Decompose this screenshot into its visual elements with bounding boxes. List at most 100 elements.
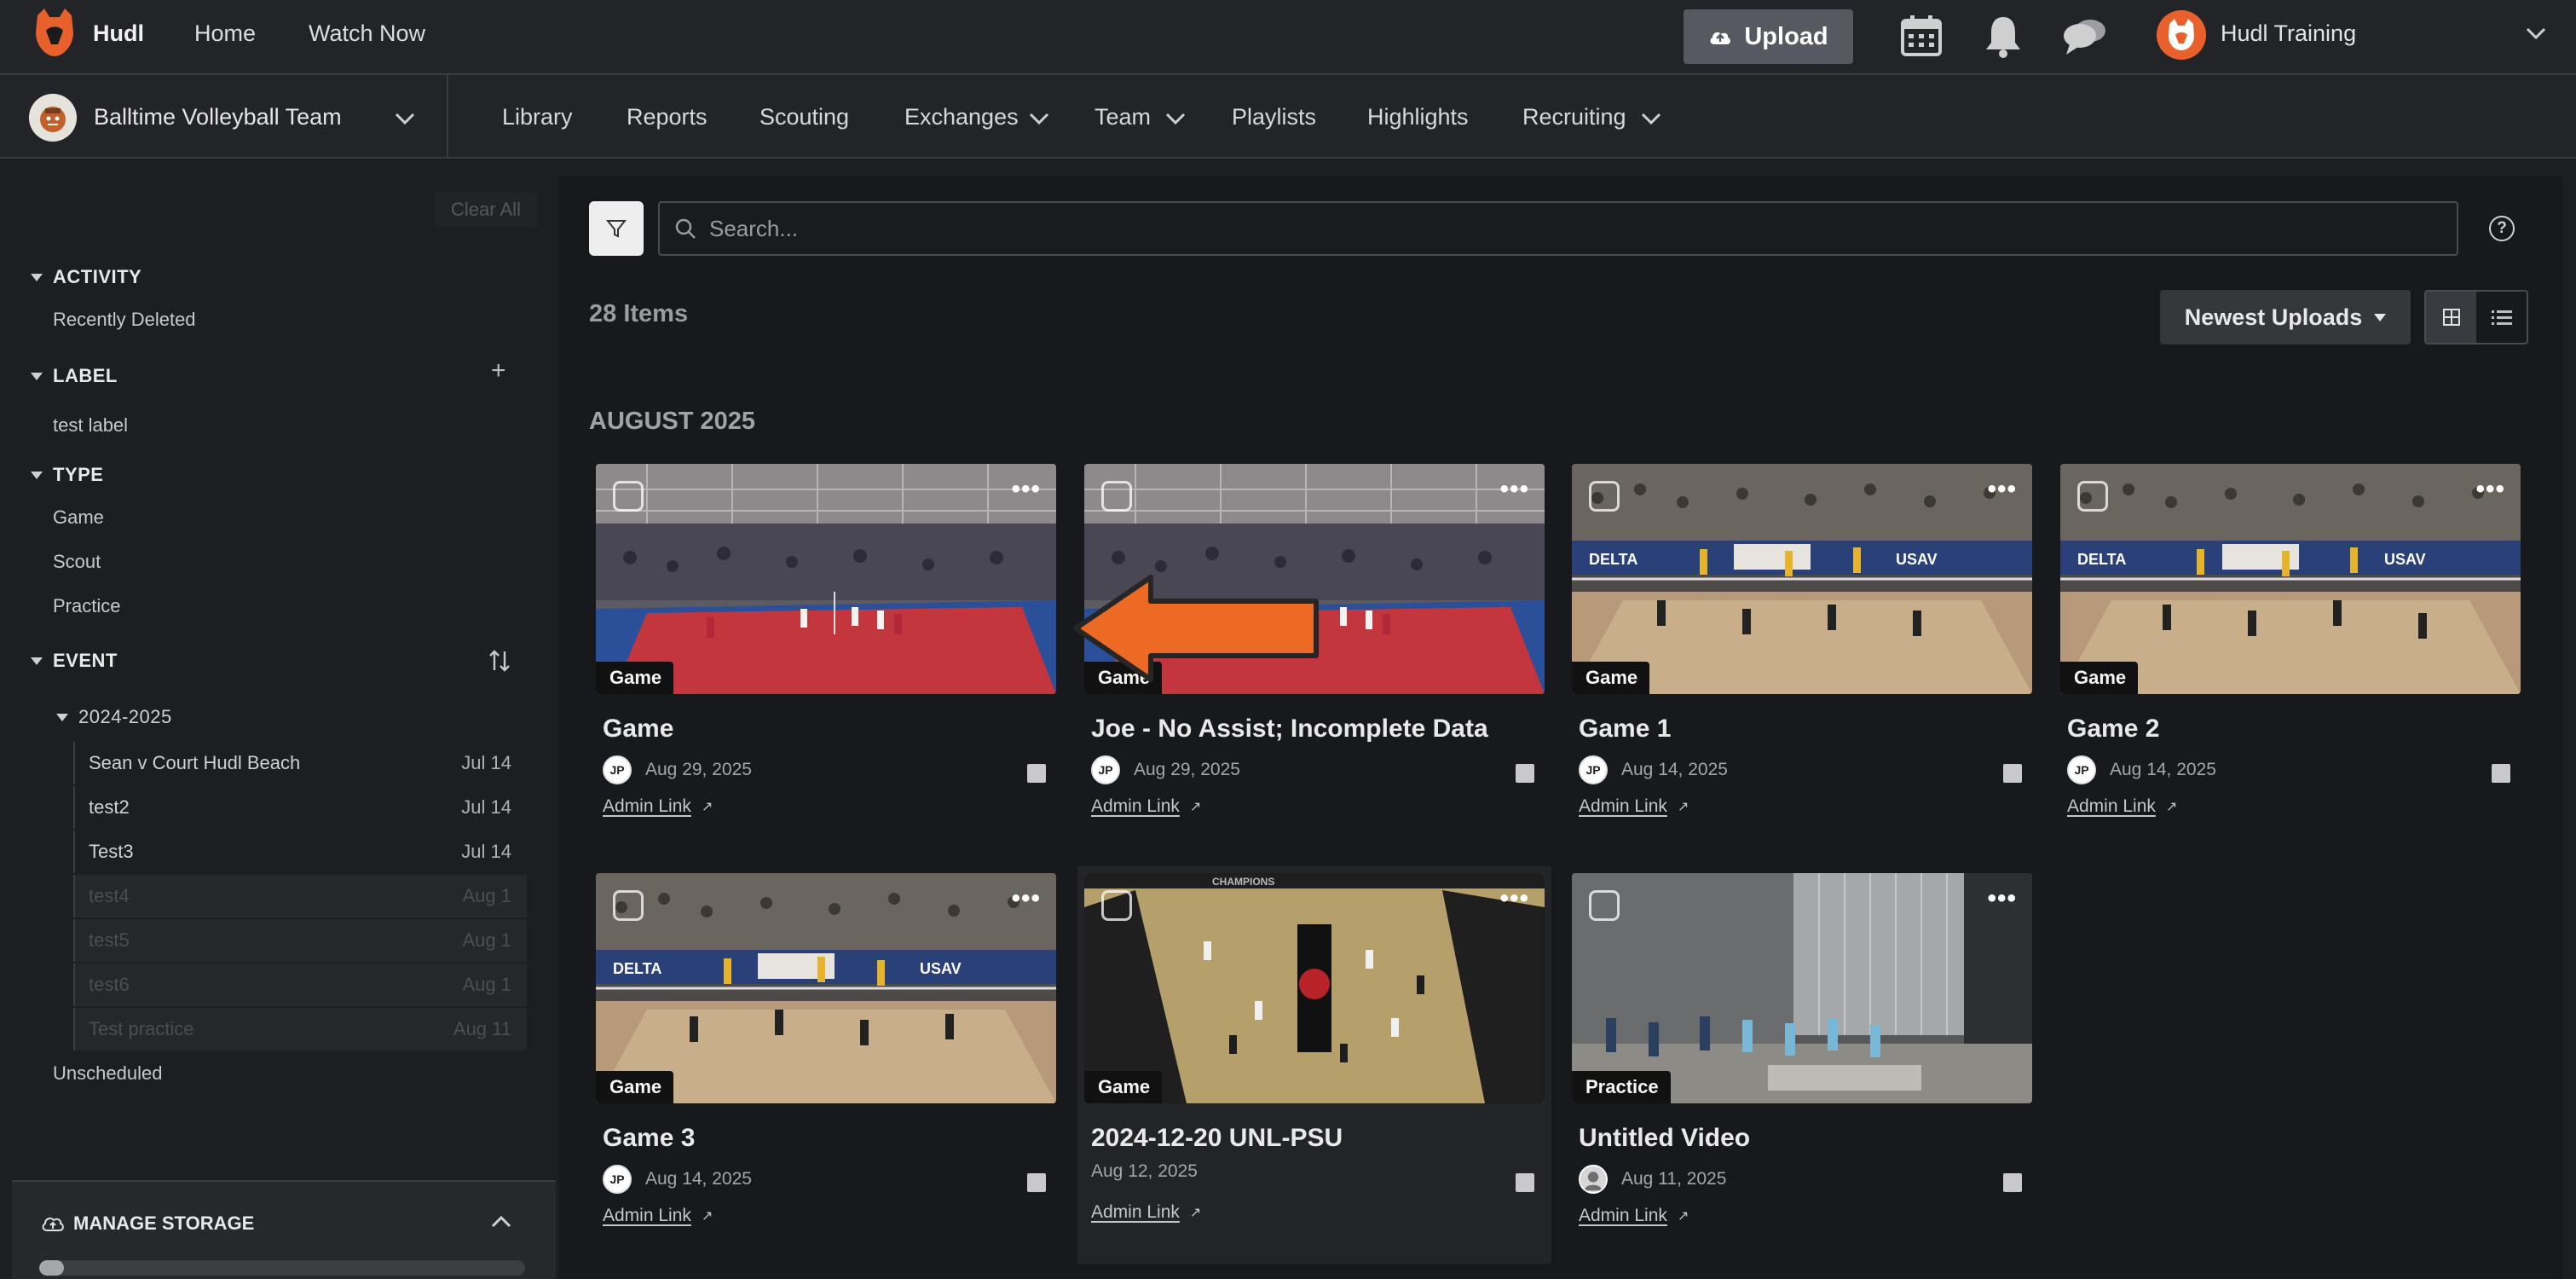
tab-exchanges[interactable]: Exchanges <box>904 104 1019 130</box>
video-thumbnail[interactable]: DELTA USAV ••• Game <box>596 873 1056 1103</box>
filter-toggle-button[interactable] <box>589 201 644 256</box>
list-view-button[interactable] <box>2476 292 2527 343</box>
upload-button[interactable]: Upload <box>1684 9 1853 64</box>
video-title[interactable]: 2024-12-20 UNL-PSU <box>1091 1124 1343 1153</box>
stats-icon[interactable] <box>1027 764 1046 783</box>
sort-icon[interactable] <box>488 648 511 674</box>
video-card[interactable]: ••• Practice Untitled Video Aug 11, 2025… <box>1572 873 2032 1257</box>
nav-watch-now-link[interactable]: Watch Now <box>309 20 425 47</box>
label-section-header[interactable]: LABEL <box>31 365 118 387</box>
video-title[interactable]: Untitled Video <box>1579 1124 1750 1153</box>
admin-link[interactable]: Admin Link ↗ <box>1091 796 1201 817</box>
video-card[interactable]: DELTA USAV ••• Game Game 1 JP Aug 14, 202… <box>1572 464 2032 848</box>
event-row[interactable]: Test3 Jul 14 <box>73 830 527 873</box>
select-checkbox[interactable] <box>1589 481 1620 512</box>
tab-reports[interactable]: Reports <box>627 104 708 130</box>
team-menu-chevron-down-icon[interactable] <box>1164 111 1187 126</box>
bell-icon[interactable] <box>1979 12 2027 60</box>
admin-link[interactable]: Admin Link ↗ <box>2067 796 2177 817</box>
video-title[interactable]: Game <box>603 715 673 744</box>
event-row[interactable]: test2 Jul 14 <box>73 786 527 829</box>
filter-type-scout[interactable]: Scout <box>53 551 101 573</box>
filter-recently-deleted[interactable]: Recently Deleted <box>53 309 196 331</box>
tab-highlights[interactable]: Highlights <box>1367 104 1469 130</box>
video-card[interactable]: DELTA USAV ••• Game Game 2 JP Aug 14, 202… <box>2060 464 2521 848</box>
event-row[interactable]: Sean v Court Hudl Beach Jul 14 <box>73 742 527 784</box>
stats-icon[interactable] <box>1516 1173 1534 1192</box>
event-section-header[interactable]: EVENT <box>31 650 118 672</box>
stats-icon[interactable] <box>1027 1173 1046 1192</box>
video-thumbnail[interactable]: ••• Practice <box>1572 873 2032 1103</box>
nav-home-link[interactable]: Home <box>194 20 256 47</box>
team-name[interactable]: Balltime Volleyball Team <box>94 104 342 130</box>
video-thumbnail[interactable]: DELTA USAV ••• Game <box>1572 464 2032 694</box>
video-title[interactable]: Game 1 <box>1579 715 1671 744</box>
admin-link[interactable]: Admin Link ↗ <box>1091 1202 1201 1223</box>
stats-icon[interactable] <box>1516 764 1534 783</box>
video-card[interactable]: ••• Game Game JP Aug 29, 2025 Admin Link… <box>596 464 1056 848</box>
season-2024-2025[interactable]: 2024-2025 <box>56 706 172 728</box>
filter-test-label[interactable]: test label <box>53 414 128 437</box>
chat-icon[interactable] <box>2061 12 2109 60</box>
stats-icon[interactable] <box>2003 1173 2022 1192</box>
more-options-icon[interactable]: ••• <box>1499 886 1529 912</box>
search-box[interactable] <box>658 201 2458 256</box>
select-checkbox[interactable] <box>1101 481 1132 512</box>
add-label-icon[interactable]: + <box>491 356 506 385</box>
tab-team[interactable]: Team <box>1095 104 1151 130</box>
clear-all-button[interactable]: Clear All <box>435 193 537 227</box>
tab-playlists[interactable]: Playlists <box>1232 104 1316 130</box>
manage-storage-header[interactable]: MANAGE STORAGE <box>41 1212 254 1235</box>
more-options-icon[interactable]: ••• <box>1987 886 2017 912</box>
admin-link[interactable]: Admin Link ↗ <box>603 1206 713 1226</box>
hudl-logo-icon[interactable] <box>29 7 80 60</box>
sort-dropdown[interactable]: Newest Uploads <box>2160 290 2411 344</box>
filter-type-practice[interactable]: Practice <box>53 595 120 617</box>
user-name[interactable]: Hudl Training <box>2221 20 2356 47</box>
tab-scouting[interactable]: Scouting <box>760 104 849 130</box>
stats-icon[interactable] <box>2492 764 2510 783</box>
chevron-up-icon[interactable] <box>489 1214 513 1230</box>
team-avatar[interactable] <box>29 94 77 142</box>
video-title[interactable]: Joe - No Assist; Incomplete Data <box>1091 715 1488 744</box>
select-checkbox[interactable] <box>613 481 644 512</box>
video-title[interactable]: Game 2 <box>2067 715 2159 744</box>
exchanges-chevron-down-icon[interactable] <box>1028 111 1050 126</box>
select-checkbox[interactable] <box>613 890 644 921</box>
grid-view-button[interactable] <box>2426 292 2476 343</box>
stats-icon[interactable] <box>2003 764 2022 783</box>
activity-section-header[interactable]: ACTIVITY <box>31 266 142 288</box>
event-row[interactable]: Test practice Aug 11 <box>73 1008 527 1050</box>
video-card[interactable]: DELTA USAV ••• Game Game 3 JP Aug 14, 202… <box>596 873 1056 1257</box>
more-options-icon[interactable]: ••• <box>1987 477 2017 502</box>
team-chevron-down-icon[interactable] <box>394 111 416 126</box>
brand-name[interactable]: Hudl <box>93 20 144 47</box>
user-avatar[interactable] <box>2157 10 2206 60</box>
more-options-icon[interactable]: ••• <box>1499 477 1529 502</box>
select-checkbox[interactable] <box>1589 890 1620 921</box>
event-row[interactable]: test5 Aug 1 <box>73 919 527 962</box>
video-thumbnail[interactable]: CHAMPIONS ••• Game <box>1084 873 1545 1103</box>
calendar-icon[interactable] <box>1897 12 1945 60</box>
more-options-icon[interactable]: ••• <box>2475 477 2505 502</box>
select-checkbox[interactable] <box>1101 890 1132 921</box>
video-card[interactable]: CHAMPIONS ••• Game 2024-12-20 UNL-PSU Au… <box>1077 866 1551 1264</box>
more-options-icon[interactable]: ••• <box>1011 477 1041 502</box>
search-input[interactable] <box>709 215 2414 242</box>
admin-link[interactable]: Admin Link ↗ <box>603 796 713 817</box>
filter-type-game[interactable]: Game <box>53 506 104 529</box>
event-row[interactable]: test6 Aug 1 <box>73 964 527 1006</box>
filter-unscheduled[interactable]: Unscheduled <box>53 1062 162 1085</box>
tab-recruiting[interactable]: Recruiting <box>1522 104 1626 130</box>
video-title[interactable]: Game 3 <box>603 1124 695 1153</box>
video-thumbnail[interactable]: ••• Game <box>596 464 1056 694</box>
help-icon[interactable]: ? <box>2489 216 2515 241</box>
event-row[interactable]: test4 Aug 1 <box>73 875 527 917</box>
more-options-icon[interactable]: ••• <box>1011 886 1041 912</box>
video-thumbnail[interactable]: DELTA USAV ••• Game <box>2060 464 2521 694</box>
select-checkbox[interactable] <box>2077 481 2108 512</box>
admin-link[interactable]: Admin Link ↗ <box>1579 1206 1689 1226</box>
recruiting-chevron-down-icon[interactable] <box>1640 111 1662 126</box>
tab-library[interactable]: Library <box>502 104 573 130</box>
chevron-down-icon[interactable] <box>2525 26 2547 41</box>
